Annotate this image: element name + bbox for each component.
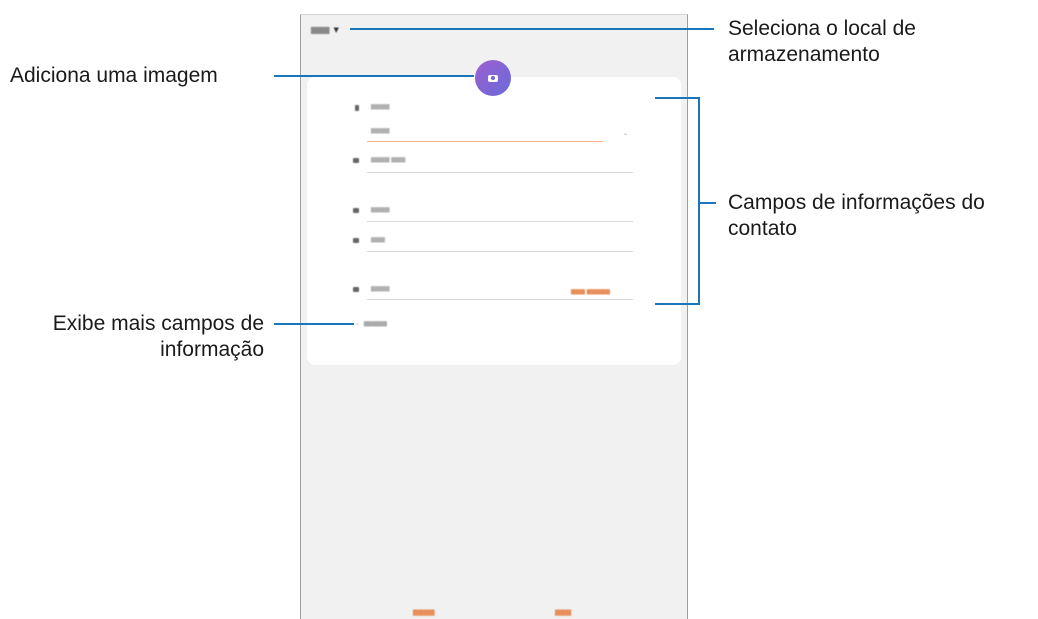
save-button[interactable]: ▆▆▆ xyxy=(555,608,571,616)
name-input[interactable]: ▆▆▆▆ xyxy=(371,127,389,134)
callout-storage: Seleciona o local de armazenamento xyxy=(728,16,916,68)
expand-name-chevron-icon[interactable]: ⌄ xyxy=(623,130,628,137)
callout-line-image xyxy=(274,75,474,77)
camera-icon xyxy=(488,74,498,82)
callout-storage-line1: Seleciona o local de xyxy=(728,17,916,40)
groups-link[interactable]: ▆▆▆ ▆▆▆▆▆ xyxy=(571,288,610,295)
phone-input[interactable]: ▆▆▆▆ xyxy=(371,206,389,213)
phone-input-underline xyxy=(367,221,633,222)
cancel-button[interactable]: ▆▆▆▆ xyxy=(413,608,435,616)
name-input-underline xyxy=(367,141,603,142)
groups-input[interactable]: ▆▆▆▆ xyxy=(371,285,389,292)
view-more-button[interactable]: ⌄ ▆▆▆▆▆ xyxy=(355,320,387,327)
add-image-button[interactable] xyxy=(475,60,511,96)
phone-screen: ▆▆▆ ▼ ▆▆▆▆ ▆▆▆▆ ⌄ ▆▆▆▆ ▆▆▆ ▆▆▆▆ ▆▆▆ ▆▆▆▆… xyxy=(300,14,688,619)
callout-more-line1: Exibe mais campos de xyxy=(52,312,264,335)
callout-line-storage xyxy=(350,28,714,30)
callout-line-fields xyxy=(698,202,716,204)
name-section-label: ▆▆▆▆ xyxy=(371,103,390,110)
callout-more-line2: informação xyxy=(160,338,264,361)
callout-bracket-bottom xyxy=(655,303,700,305)
callout-more: Exibe mais campos de informação xyxy=(10,311,264,363)
callout-fields: Campos de informações do contato xyxy=(728,190,985,242)
storage-label: ▆▆▆ xyxy=(311,25,330,34)
callout-image: Adiciona uma imagem xyxy=(10,64,218,87)
callout-line-more xyxy=(274,323,354,325)
callout-fields-line1: Campos de informações do xyxy=(728,191,985,214)
company-input-underline xyxy=(367,172,633,173)
email-input[interactable]: ▆▆▆ xyxy=(371,236,385,243)
callout-bracket-vertical xyxy=(698,97,700,305)
groups-input-underline xyxy=(367,299,633,300)
callout-fields-line2: contato xyxy=(728,217,797,240)
company-input[interactable]: ▆▆▆▆ ▆▆▆ xyxy=(371,156,405,163)
callout-storage-line2: armazenamento xyxy=(728,43,880,66)
group-icon xyxy=(353,287,359,292)
company-icon xyxy=(353,158,359,163)
person-icon xyxy=(355,105,359,111)
storage-selector[interactable]: ▆▆▆ ▼ xyxy=(311,25,339,34)
email-icon xyxy=(353,238,359,243)
callout-bracket-top xyxy=(655,97,700,99)
phone-icon xyxy=(353,208,359,213)
dropdown-arrow-icon: ▼ xyxy=(333,25,339,34)
email-input-underline xyxy=(367,251,633,252)
